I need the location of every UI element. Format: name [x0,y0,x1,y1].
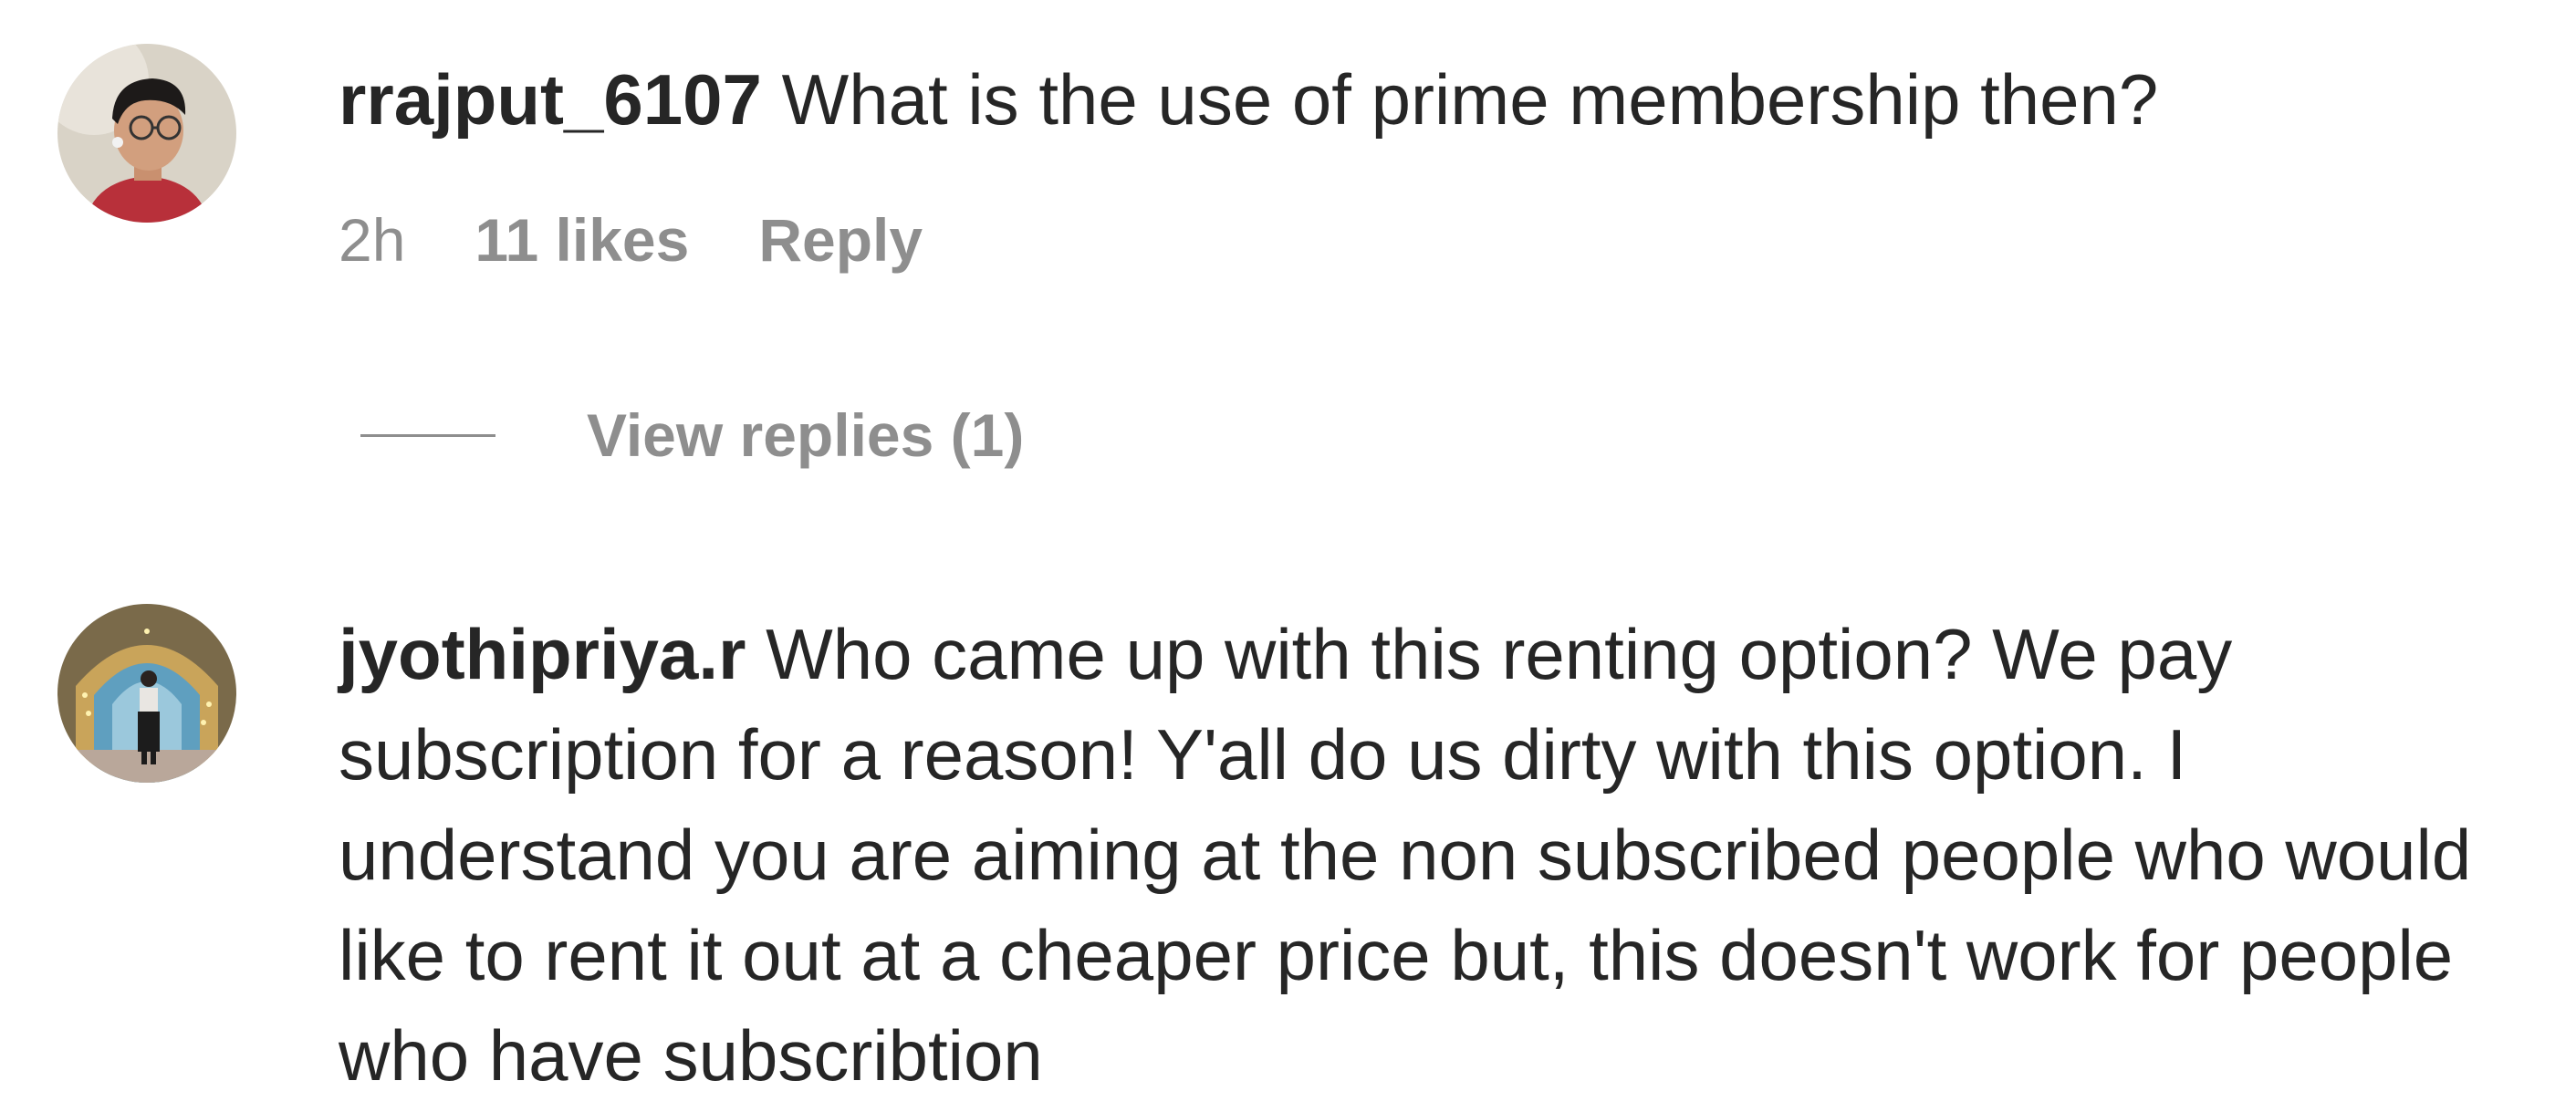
view-replies-button[interactable]: View replies (1) [360,399,1024,472]
comment-meta: 2h 11 likes Reply [339,203,923,276]
view-replies-label: View replies (1) [587,401,1025,469]
comment-text: rrajput_6107 What is the use of prime me… [339,49,2510,150]
comment-username[interactable]: jyothipriya.r [339,614,746,694]
avatar[interactable] [57,604,236,783]
comment-text: jyothipriya.r Who came up with this rent… [339,604,2510,1106]
comment-body: What is the use of prime membership then… [781,59,2159,140]
comment-timestamp[interactable]: 2h [339,203,405,276]
comment-item: jyothipriya.r Who came up with this rent… [0,584,2576,1112]
comment-likes[interactable]: 11 likes [475,203,689,276]
view-replies-divider [360,433,495,437]
reply-button[interactable]: Reply [758,203,923,276]
user-avatar-icon [57,44,236,223]
avatar[interactable] [57,44,236,223]
comment-username[interactable]: rrajput_6107 [339,59,762,140]
user-avatar-icon [57,604,236,783]
comment-item: rrajput_6107 What is the use of prime me… [0,0,2576,511]
